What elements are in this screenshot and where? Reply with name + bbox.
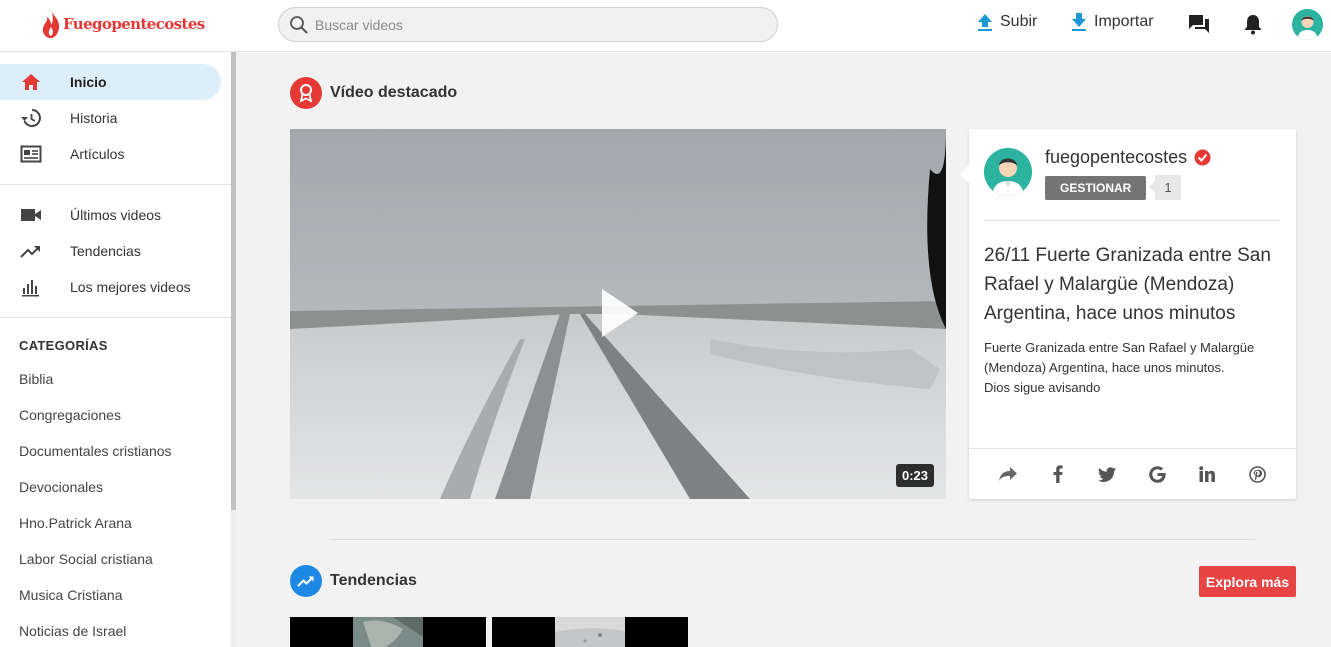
trending-section-title: Tendencias bbox=[330, 572, 417, 589]
sidebar-scrollbar[interactable] bbox=[231, 52, 236, 510]
trending-section-header: Tendencias bbox=[290, 565, 417, 597]
facebook-icon[interactable] bbox=[1047, 463, 1069, 485]
upload-icon bbox=[978, 14, 992, 31]
import-button[interactable]: Importar bbox=[1070, 12, 1154, 32]
upload-button[interactable]: Subir bbox=[976, 12, 1037, 32]
channel-avatar[interactable] bbox=[984, 148, 1032, 196]
card-divider bbox=[984, 220, 1280, 221]
articles-icon bbox=[20, 145, 42, 163]
verified-icon bbox=[1194, 149, 1211, 166]
category-link[interactable]: Hno.Patrick Arana bbox=[19, 515, 132, 531]
top-bar: Fuegopentecostes Subir Importar bbox=[0, 0, 1331, 52]
share-icon[interactable] bbox=[997, 463, 1019, 485]
sidebar-item-label: Artículos bbox=[70, 146, 125, 162]
featured-section-header: Vídeo destacado bbox=[290, 77, 457, 109]
trending-video-thumbnail[interactable] bbox=[492, 617, 688, 647]
thumbnail-image bbox=[353, 617, 423, 647]
sidebar-item-label: Inicio bbox=[70, 74, 107, 90]
logo-text: Fuegopentecostes bbox=[63, 15, 205, 33]
sidebar-item-historia[interactable]: Historia bbox=[0, 100, 221, 136]
sidebar: Inicio Historia Artículos Últimos videos bbox=[0, 52, 231, 647]
play-icon[interactable] bbox=[600, 287, 640, 339]
featured-video-card: fuegopentecostes GESTIONAR 1 26/11 Fuert… bbox=[960, 129, 1296, 499]
pinterest-icon[interactable] bbox=[1246, 463, 1268, 485]
category-link[interactable]: Labor Social cristiana bbox=[19, 551, 153, 567]
trending-video-thumbnail[interactable] bbox=[290, 617, 486, 647]
featured-video-player[interactable]: 0:23 bbox=[290, 129, 946, 499]
sidebar-item-label: Tendencias bbox=[70, 243, 141, 259]
award-icon bbox=[290, 77, 322, 109]
flame-icon bbox=[42, 10, 60, 38]
bar-chart-icon bbox=[22, 280, 39, 297]
explore-more-button[interactable]: Explora más bbox=[1199, 566, 1296, 597]
history-icon bbox=[21, 109, 41, 127]
trending-icon bbox=[20, 246, 40, 258]
categories-heading: CATEGORÍAS bbox=[19, 338, 108, 353]
card-divider bbox=[969, 448, 1296, 449]
site-logo[interactable]: Fuegopentecostes bbox=[40, 8, 205, 40]
channel-name[interactable]: fuegopentecostes bbox=[1045, 147, 1187, 168]
video-camera-icon bbox=[21, 209, 41, 221]
category-link[interactable]: Congregaciones bbox=[19, 407, 121, 423]
video-duration: 0:23 bbox=[895, 464, 934, 487]
messages-icon[interactable] bbox=[1188, 14, 1210, 34]
category-link[interactable]: Musica Cristiana bbox=[19, 587, 122, 603]
thumbnail-image bbox=[555, 617, 625, 647]
sidebar-item-ultimos-videos[interactable]: Últimos videos bbox=[0, 197, 221, 233]
import-label: Importar bbox=[1094, 13, 1154, 30]
trending-up-icon bbox=[290, 565, 322, 597]
sidebar-item-label: Historia bbox=[70, 110, 118, 126]
sidebar-item-label: Los mejores videos bbox=[70, 279, 191, 295]
linkedin-icon[interactable] bbox=[1196, 463, 1218, 485]
section-divider bbox=[331, 539, 1255, 540]
subscriber-count: 1 bbox=[1149, 175, 1181, 200]
video-title[interactable]: 26/11 Fuerte Granizada entre San Rafael … bbox=[984, 241, 1284, 328]
download-icon bbox=[1072, 13, 1086, 31]
manage-button[interactable]: GESTIONAR bbox=[1045, 176, 1147, 200]
sidebar-item-tendencias[interactable]: Tendencias bbox=[0, 233, 221, 269]
twitter-icon[interactable] bbox=[1096, 463, 1118, 485]
sidebar-divider bbox=[0, 184, 231, 185]
sidebar-divider bbox=[0, 317, 231, 318]
category-link[interactable]: Documentales cristianos bbox=[19, 443, 172, 459]
sidebar-item-articulos[interactable]: Artículos bbox=[0, 136, 221, 172]
notifications-icon[interactable] bbox=[1243, 13, 1263, 35]
featured-section-title: Vídeo destacado bbox=[330, 84, 458, 101]
upload-label: Subir bbox=[1000, 13, 1038, 30]
user-avatar[interactable] bbox=[1292, 9, 1323, 40]
category-link[interactable]: Biblia bbox=[19, 371, 53, 387]
google-icon[interactable] bbox=[1146, 463, 1168, 485]
sidebar-item-mejores-videos[interactable]: Los mejores videos bbox=[0, 269, 221, 305]
search-icon bbox=[290, 15, 308, 34]
sidebar-item-label: Últimos videos bbox=[70, 207, 162, 223]
search-box[interactable] bbox=[278, 7, 778, 42]
category-link[interactable]: Noticias de Israel bbox=[19, 623, 126, 639]
sidebar-item-inicio[interactable]: Inicio bbox=[0, 64, 221, 100]
category-link[interactable]: Devocionales bbox=[19, 479, 103, 495]
search-input[interactable] bbox=[315, 16, 755, 33]
channel-name-row: fuegopentecostes bbox=[1045, 147, 1211, 168]
home-icon bbox=[22, 74, 40, 90]
video-description: Fuerte Granizada entre San Rafael y Mala… bbox=[984, 340, 1255, 395]
